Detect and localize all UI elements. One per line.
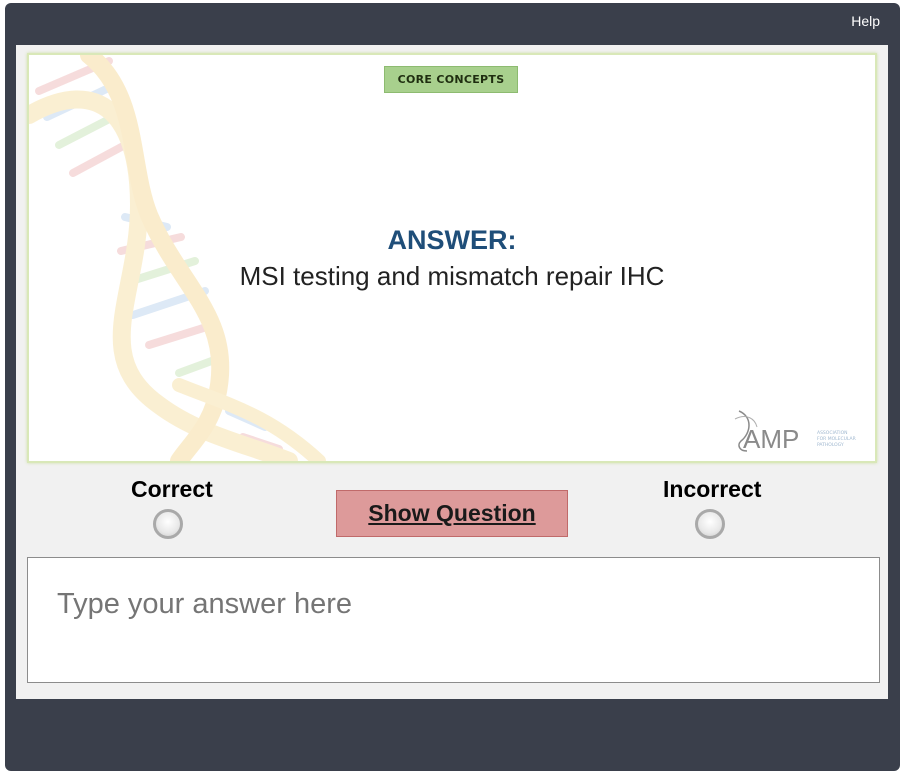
incorrect-radio[interactable] <box>695 509 725 539</box>
dna-helix-illustration <box>29 55 326 461</box>
answer-input[interactable] <box>27 557 880 683</box>
svg-text:AMP: AMP <box>743 424 799 454</box>
answer-slide: CORE CONCEPTS ANSWER: MSI testing and mi… <box>27 53 877 463</box>
svg-text:PATHOLOGY: PATHOLOGY <box>817 442 844 448</box>
slide-stage: CORE CONCEPTS ANSWER: MSI testing and mi… <box>16 45 888 699</box>
help-link[interactable]: Help <box>851 13 880 29</box>
amp-logo: AMP ASSOCIATION FOR MOLECULAR PATHOLOGY <box>734 410 856 454</box>
incorrect-label: Incorrect <box>663 476 762 502</box>
svg-text:FOR MOLECULAR: FOR MOLECULAR <box>817 436 856 442</box>
show-question-button[interactable]: Show Question <box>336 490 568 537</box>
svg-text:ASSOCIATION: ASSOCIATION <box>817 430 848 436</box>
answer-text: MSI testing and mismatch repair IHC <box>239 261 665 291</box>
correct-radio[interactable] <box>153 509 183 539</box>
correct-label: Correct <box>131 476 213 502</box>
player-window: Help CORE CONCEPTS ANSWER: MSI testing a… <box>5 3 900 771</box>
core-concepts-badge: CORE CONCEPTS <box>384 66 518 93</box>
answer-heading: ANSWER: <box>387 225 517 255</box>
